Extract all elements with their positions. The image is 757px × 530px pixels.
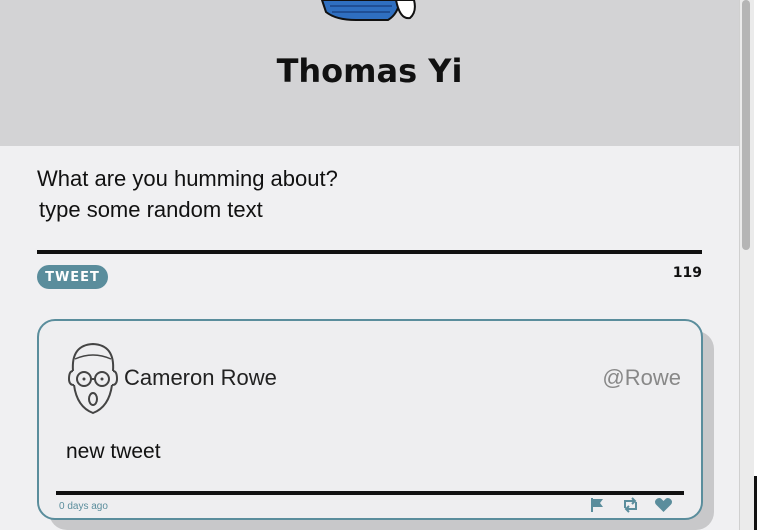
app-page: Thomas Yi What are you humming about? TW… <box>0 0 739 530</box>
compose-input[interactable] <box>37 194 706 226</box>
tweet-button[interactable]: TWEET <box>37 265 108 289</box>
compose-divider <box>37 250 702 254</box>
heart-icon[interactable] <box>654 497 673 513</box>
tweet-timestamp: 0 days ago <box>59 501 108 512</box>
user-avatar-icon <box>67 342 119 415</box>
tweet-divider <box>56 491 684 495</box>
tweet-actions <box>588 497 673 513</box>
tweet-author-handle: @Rowe <box>602 365 681 390</box>
profile-header: Thomas Yi <box>0 0 739 146</box>
profile-name: Thomas Yi <box>276 52 463 90</box>
scrollbar-thumb[interactable] <box>742 0 750 250</box>
retweet-icon[interactable] <box>621 497 640 513</box>
flag-icon[interactable] <box>588 497 607 513</box>
tweet-author-name: Cameron Rowe <box>124 365 277 390</box>
compose-prompt: What are you humming about? <box>37 166 338 191</box>
profile-avatar-image <box>320 0 416 21</box>
tweet-text: new tweet <box>66 440 161 463</box>
tweet-card: Cameron Rowe @Rowe new tweet 0 days ago <box>37 319 703 520</box>
character-counter: 119 <box>672 265 702 281</box>
